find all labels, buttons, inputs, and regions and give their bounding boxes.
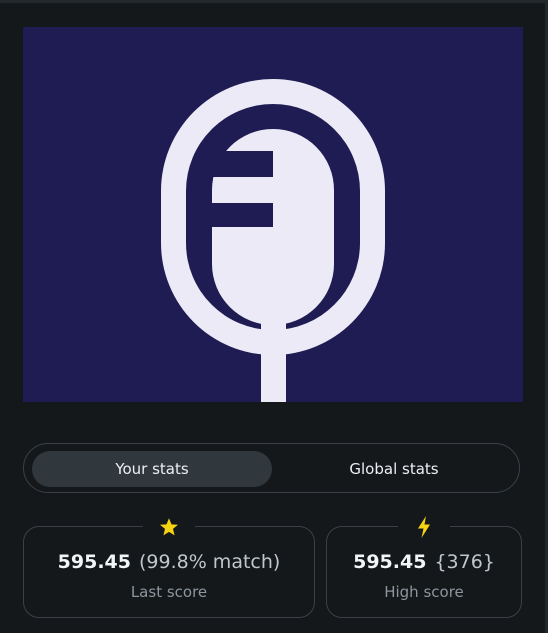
cover-art (23, 27, 523, 402)
high-score-value-row: 595.45 {376} (327, 551, 521, 573)
star-icon (143, 513, 195, 541)
microphone-logo-icon (23, 27, 523, 402)
stats-tab-switcher: Your stats Global stats (23, 443, 520, 493)
last-score-match: (99.8% match) (139, 551, 281, 573)
lightning-bolt-icon (398, 513, 450, 541)
last-score-value-row: 595.45 (99.8% match) (24, 551, 314, 573)
high-score-count: {376} (434, 551, 495, 573)
high-score-value: 595.45 (353, 551, 427, 573)
tab-global-stats[interactable]: Global stats (274, 451, 514, 487)
last-score-label: Last score (130, 583, 208, 601)
tab-your-stats[interactable]: Your stats (32, 451, 272, 487)
last-score-value: 595.45 (57, 551, 131, 573)
high-score-card: 595.45 {376} High score (326, 513, 522, 618)
window-frame-top (0, 0, 548, 3)
last-score-card: 595.45 (99.8% match) Last score (23, 513, 315, 618)
high-score-label: High score (384, 583, 464, 601)
